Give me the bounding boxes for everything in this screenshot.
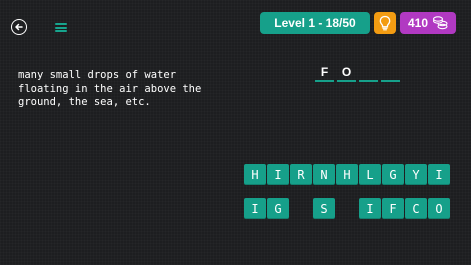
- answer-slot[interactable]: O: [337, 65, 356, 82]
- level-label: Level 1 - 18/50: [274, 16, 356, 30]
- letter-tiles-row-1: H I R N H L G Y I: [244, 164, 450, 185]
- letter-tile[interactable]: H: [244, 164, 266, 185]
- letter-tile[interactable]: H: [336, 164, 358, 185]
- letter-tile[interactable]: I: [267, 164, 289, 185]
- hint-button[interactable]: [374, 12, 396, 34]
- letter-tile[interactable]: Y: [405, 164, 427, 185]
- letter-tile[interactable]: F: [382, 198, 404, 219]
- coin-stack-icon: [432, 16, 448, 30]
- arrow-left-icon: [15, 23, 23, 31]
- letter-tile[interactable]: O: [428, 198, 450, 219]
- letter-tile[interactable]: G: [382, 164, 404, 185]
- letter-tile[interactable]: I: [428, 164, 450, 185]
- letter-tile[interactable]: S: [313, 198, 335, 219]
- letter-tile[interactable]: L: [359, 164, 381, 185]
- letter-tile[interactable]: C: [405, 198, 427, 219]
- answer-slot[interactable]: F: [315, 65, 334, 82]
- letter-tile[interactable]: N: [313, 164, 335, 185]
- letter-tile[interactable]: G: [267, 198, 289, 219]
- clue-text: many small drops of water floating in th…: [18, 69, 202, 108]
- coins-count: 410: [408, 16, 429, 30]
- coins-button[interactable]: 410: [400, 12, 456, 34]
- lightbulb-icon: [379, 15, 391, 31]
- letter-tile[interactable]: R: [290, 164, 312, 185]
- menu-icon: [55, 23, 67, 25]
- back-button[interactable]: [11, 19, 27, 35]
- answer-slot[interactable]: [359, 65, 378, 82]
- level-indicator: Level 1 - 18/50: [260, 12, 370, 34]
- letter-tiles-row-2: I G S I F C O: [244, 198, 450, 219]
- answer-slot[interactable]: [381, 65, 400, 82]
- menu-button[interactable]: [55, 23, 67, 32]
- letter-tile[interactable]: I: [244, 198, 266, 219]
- answer-slots: F O: [315, 65, 400, 82]
- letter-tile[interactable]: I: [359, 198, 381, 219]
